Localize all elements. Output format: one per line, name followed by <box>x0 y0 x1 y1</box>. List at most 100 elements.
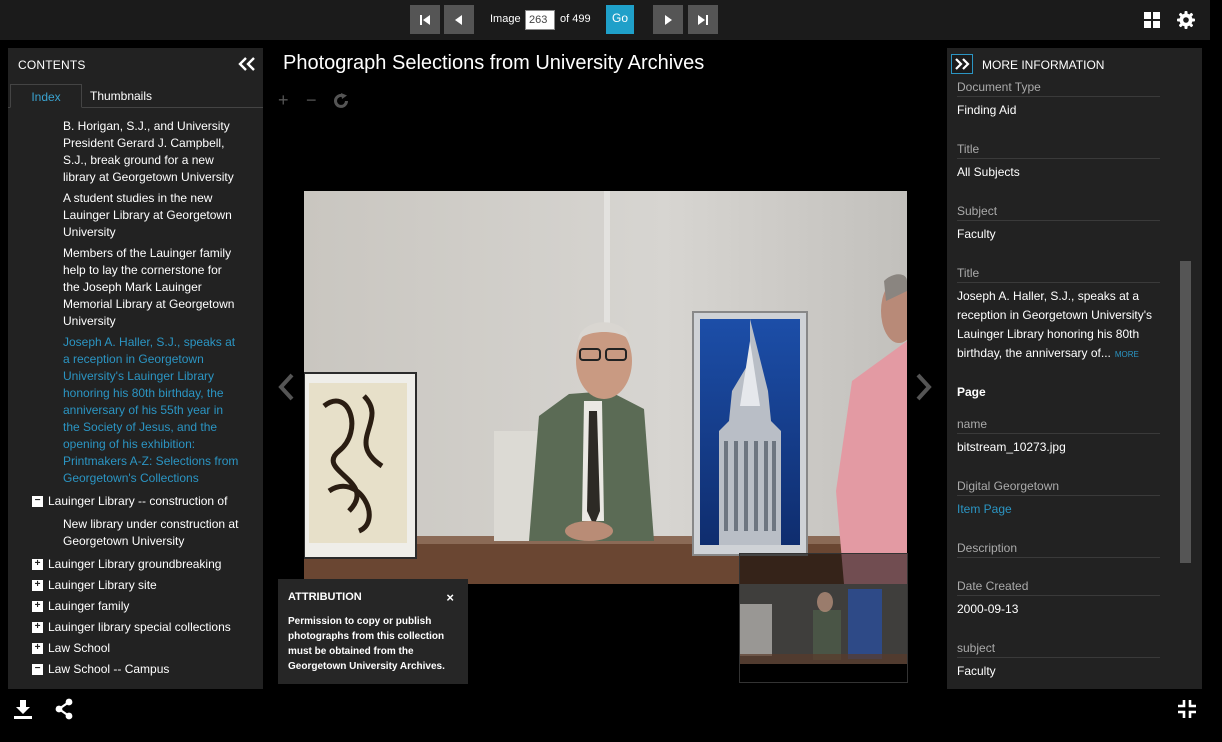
leaf-line: opening of his exhibition: <box>63 437 196 451</box>
viewer-app: Image of 499 Go CONTENTS <box>0 0 1222 742</box>
leaf-line: the Society of Jesus, and the <box>63 420 218 434</box>
tab-thumbnails[interactable]: Thumbnails <box>88 84 154 108</box>
next-icon <box>665 14 672 25</box>
first-page-icon <box>420 14 430 25</box>
expand-node-icon[interactable]: + <box>32 601 43 612</box>
first-page-button[interactable] <box>410 5 440 34</box>
share-icon[interactable] <box>53 698 75 720</box>
next-image-arrow-icon[interactable] <box>916 373 932 401</box>
leaf-line: Memorial Library at Georgetown <box>63 297 235 311</box>
image-total-label: of 499 <box>560 13 591 25</box>
tree-node[interactable]: − Law School -- Campus <box>32 661 169 678</box>
expand-node-icon[interactable]: + <box>32 622 43 633</box>
expand-node-icon[interactable]: + <box>32 559 43 570</box>
fullscreen-exit-icon[interactable] <box>1176 698 1198 720</box>
leaf-line: Members of the Lauinger family <box>63 246 232 260</box>
tree-leaf[interactable]: Members of the Lauinger family help to l… <box>63 245 243 330</box>
more-link[interactable]: MORE <box>1115 350 1139 359</box>
item-page-link[interactable]: Item Page <box>957 500 1162 519</box>
field-label: subject <box>957 641 1160 658</box>
tree-node-label: Lauinger Library site <box>48 578 157 592</box>
tree-leaf-selected[interactable]: Joseph A. Haller, S.J., speaks at a rece… <box>63 334 243 487</box>
zoom-in-icon[interactable]: + <box>278 90 289 111</box>
tree-node[interactable]: + Law School <box>32 640 110 657</box>
collapse-node-icon[interactable]: − <box>32 496 43 507</box>
photograph-image[interactable] <box>304 191 907 584</box>
field-value: bitstream_10273.jpg <box>957 440 1066 454</box>
more-information-heading: MORE INFORMATION <box>982 58 1105 72</box>
field-label: Description <box>957 541 1160 558</box>
leaf-line: University's Lauinger Library <box>63 369 215 383</box>
tree-node-label: Law School <box>48 641 111 655</box>
photograph-render <box>304 191 907 584</box>
leaf-line: B. Horigan, S.J., and University <box>63 119 230 133</box>
top-toolbar: Image of 499 Go <box>0 0 1210 40</box>
expand-node-icon[interactable]: − <box>32 664 43 675</box>
attribution-heading: ATTRIBUTION <box>288 591 362 603</box>
leaf-line: Georgetown University <box>63 534 185 548</box>
tab-index[interactable]: Index <box>10 84 82 108</box>
tree-node[interactable]: + Lauinger Library groundbreaking <box>32 556 221 573</box>
contents-heading: CONTENTS <box>18 58 86 72</box>
tree-node-label: Lauinger Library groundbreaking <box>48 557 222 571</box>
field-value: 2000-09-13 <box>957 602 1019 616</box>
image-navigator-thumbnail[interactable] <box>739 553 908 683</box>
leaf-line: S.J., break ground for a new <box>63 153 214 167</box>
tree-node-expanded[interactable]: − Lauinger Library -- construction of <box>32 493 227 510</box>
last-page-icon <box>698 14 708 25</box>
tree-leaf[interactable]: New library under construction at George… <box>63 516 243 550</box>
field-value: Faculty <box>957 664 996 678</box>
leaf-line: Lauinger Library at Georgetown <box>63 208 232 222</box>
contents-tabs: Index Thumbnails <box>8 84 263 108</box>
leaf-line: library at Georgetown University <box>63 170 234 184</box>
field-label: Title <box>957 266 1160 283</box>
page-section-heading: Page <box>957 385 986 399</box>
next-page-button[interactable] <box>653 5 683 34</box>
rotate-icon[interactable] <box>332 92 350 110</box>
leaf-line: Georgetown's Collections <box>63 471 199 485</box>
field-label: Subject <box>957 204 1160 221</box>
collapse-left-panel-icon[interactable] <box>238 57 256 71</box>
close-icon[interactable]: × <box>446 590 454 605</box>
leaf-line: help to lay the cornerstone for <box>63 263 222 277</box>
field-label: Title <box>957 142 1160 159</box>
tree-node[interactable]: + Lauinger Library site <box>32 577 157 594</box>
leaf-line: anniversary of his 55th year in <box>63 403 224 417</box>
leaf-line: Printmakers A-Z: Selections from <box>63 454 239 468</box>
tree-node[interactable]: + Lauinger library special collections <box>32 619 231 636</box>
attribution-text: Permission to copy or publish photograph… <box>288 616 445 672</box>
previous-page-button[interactable] <box>444 5 474 34</box>
tree-leaf[interactable]: A student studies in the new Lauinger Li… <box>63 190 243 241</box>
leaf-line: New library under construction at <box>63 517 239 531</box>
last-page-button[interactable] <box>688 5 718 34</box>
tree-node-label: Lauinger family <box>48 599 130 613</box>
leaf-line: A student studies in the new <box>63 191 213 205</box>
image-number-input[interactable] <box>525 10 555 30</box>
download-icon[interactable] <box>12 698 34 720</box>
expand-node-icon[interactable]: + <box>32 643 43 654</box>
image-label: Image <box>490 13 521 25</box>
field-value: Faculty <box>957 227 996 241</box>
tree-node[interactable]: + Lauinger family <box>32 598 129 615</box>
leaf-line: University <box>63 225 116 239</box>
leaf-line: a reception in Georgetown <box>63 352 204 366</box>
tree-node-label: Lauinger Library -- construction of <box>48 494 228 508</box>
leaf-line: honoring his 80th birthday, the <box>63 386 224 400</box>
field-label: name <box>957 417 1160 434</box>
tree-leaf[interactable]: B. Horigan, S.J., and University Preside… <box>63 118 243 186</box>
field-value-description: Joseph A. Haller, S.J., speaks at a rece… <box>957 287 1162 364</box>
go-button[interactable]: Go <box>606 5 634 34</box>
field-label: Date Created <box>957 579 1160 596</box>
info-scrollbar-thumb[interactable] <box>1180 261 1191 563</box>
zoom-out-icon[interactable]: − <box>306 90 317 111</box>
navigator-preview <box>740 584 907 664</box>
settings-gear-icon[interactable] <box>1176 10 1196 30</box>
gallery-view-icon[interactable] <box>1142 10 1162 30</box>
field-label: Digital Georgetown <box>957 479 1160 496</box>
tree-node-label: Law School -- Campus <box>48 662 170 676</box>
previous-image-arrow-icon[interactable] <box>278 373 294 401</box>
leaf-line: University <box>63 314 116 328</box>
expand-node-icon[interactable]: + <box>32 580 43 591</box>
collapse-right-panel-button[interactable] <box>951 54 973 74</box>
field-label: Document Type <box>957 80 1160 97</box>
